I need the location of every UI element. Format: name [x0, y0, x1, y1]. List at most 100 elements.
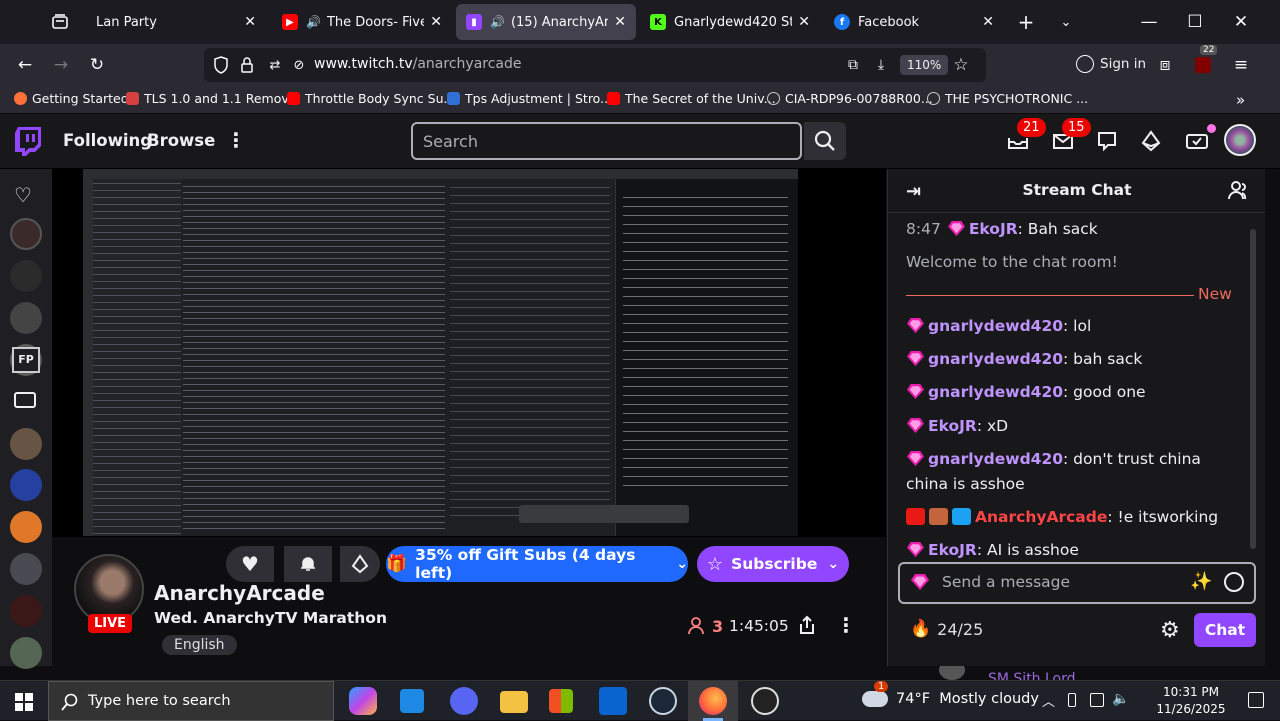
bookmark-item[interactable]: Tps Adjustment | Stro... [447, 91, 612, 106]
sparkle-icon[interactable]: ✨ [1190, 571, 1212, 592]
back-icon[interactable]: ← [12, 52, 38, 78]
chat-scrollbar[interactable] [1250, 229, 1256, 549]
emote-picker-icon[interactable] [1224, 572, 1244, 592]
share-icon[interactable] [798, 615, 816, 639]
steam-icon[interactable] [649, 687, 677, 715]
camera-icon[interactable] [14, 392, 36, 408]
chat-username[interactable]: EkoJR [969, 220, 1018, 238]
nav-browse[interactable]: Browse [147, 131, 215, 150]
weather-widget[interactable]: 1 74°F Mostly cloudy [862, 681, 1039, 707]
outlook-icon[interactable] [599, 687, 627, 715]
notifications-bell-button[interactable] [284, 546, 332, 582]
firefox-taskbar-active[interactable] [688, 681, 738, 721]
tab-list-icon[interactable] [47, 9, 73, 35]
inbox-icon[interactable]: 21 [1007, 118, 1046, 154]
tab-anarchyarcade[interactable]: ▮ 🔊 (15) AnarchyArcade ✕ [456, 4, 636, 40]
close-tab-icon[interactable]: ✕ [798, 14, 810, 30]
picture-in-picture-icon[interactable]: ⧉ [840, 52, 866, 78]
chevron-down-icon[interactable]: ⌄ [1053, 9, 1079, 35]
bookmark-item[interactable]: CIA-RDP96-00788R00... [767, 91, 933, 106]
whispers-icon[interactable]: 15 [1052, 118, 1091, 154]
bookmark-item[interactable]: TLS 1.0 and 1.1 Remov... [126, 91, 300, 106]
close-tab-icon[interactable]: ✕ [244, 14, 256, 30]
bookmark-item[interactable]: The Secret of the Univ... [607, 91, 776, 106]
discord-icon[interactable] [450, 687, 478, 715]
vscode-icon[interactable] [400, 689, 424, 713]
close-tab-icon[interactable]: ✕ [614, 14, 626, 30]
bookmark-item[interactable]: Getting Started [14, 91, 129, 106]
tab-facebook[interactable]: f Facebook ✕ [824, 4, 1004, 40]
bookmarks-overflow-icon[interactable]: » [1236, 91, 1245, 109]
sign-in-button[interactable]: Sign in [1076, 55, 1146, 73]
close-tab-icon[interactable]: ✕ [982, 14, 994, 30]
channel-avatar[interactable] [10, 218, 42, 250]
chat-username[interactable]: EkoJR [928, 417, 977, 435]
tab-the-doors[interactable]: ▶ 🔊 The Doors- Five to One ✕ [272, 4, 452, 40]
bookmark-star-icon[interactable]: ☆ [948, 52, 974, 78]
tab-gnarlydewd420[interactable]: K Gnarlydewd420 Stream ✕ [640, 4, 820, 40]
chat-username[interactable]: gnarlydewd420 [928, 350, 1063, 368]
zoom-level[interactable]: 110% [900, 55, 949, 75]
page-scrollbar[interactable] [1266, 169, 1280, 680]
ublock-icon[interactable]: 22 [1190, 45, 1218, 78]
chat-input[interactable]: Send a message ✨ [898, 562, 1256, 604]
shield-icon[interactable] [208, 52, 234, 78]
gift-subs-button[interactable]: 🎁 35% off Gift Subs (4 days left) ⌄ [386, 546, 688, 582]
network-icon[interactable] [1090, 693, 1104, 707]
search-input[interactable]: Search [411, 122, 802, 160]
chat-send-button[interactable]: Chat [1194, 613, 1256, 647]
extensions-icon[interactable]: ⧈ [1152, 52, 1178, 78]
url-bar[interactable]: ⇄ ⊘ www.twitch.tv/anarchyarcade ⧉ ⤓ 110%… [204, 48, 986, 82]
channel-avatar[interactable] [10, 595, 42, 627]
bookmark-item[interactable]: THE PSYCHOTRONIC ... [927, 91, 1088, 106]
close-tab-icon[interactable]: ✕ [430, 14, 442, 30]
chat-username[interactable]: gnarlydewd420 [928, 317, 1063, 335]
search-button[interactable] [804, 122, 846, 160]
chat-username[interactable]: gnarlydewd420 [928, 450, 1063, 468]
channel-avatar[interactable] [10, 302, 42, 334]
cheer-bits-button[interactable] [340, 546, 380, 582]
chat-username[interactable]: gnarlydewd420 [928, 383, 1063, 401]
save-to-pocket-icon[interactable]: ⤓ [868, 52, 894, 78]
more-options-icon[interactable]: ⋮ [836, 613, 856, 637]
reload-icon[interactable]: ↻ [84, 52, 110, 78]
prime-loot-icon[interactable] [1185, 124, 1216, 156]
chat-settings-icon[interactable]: ⚙ [1160, 618, 1180, 643]
windows-start-icon[interactable] [15, 693, 33, 711]
volume-icon[interactable]: 🔈 [1112, 691, 1129, 707]
file-explorer-icon[interactable] [500, 691, 528, 713]
media-blocked-icon[interactable]: ⊘ [286, 52, 312, 78]
twitch-logo-icon[interactable] [14, 126, 42, 160]
channel-avatar[interactable] [10, 260, 42, 292]
bits-icon[interactable] [1141, 130, 1161, 156]
notification-center-icon[interactable] [1248, 692, 1264, 708]
taskbar-search-input[interactable]: Type here to search [48, 681, 334, 721]
channel-avatar[interactable]: FP [12, 347, 40, 373]
lock-icon[interactable] [234, 52, 260, 78]
channel-points[interactable]: 🔥 24/25 [910, 619, 983, 639]
heart-icon[interactable]: ♡ [14, 183, 32, 207]
forward-icon[interactable]: → [48, 52, 74, 78]
menu-icon[interactable]: ≡ [1228, 52, 1254, 78]
chat-username[interactable]: AnarchyArcade [975, 508, 1107, 526]
chat-username[interactable]: EkoJR [928, 541, 977, 558]
community-icon[interactable] [1228, 180, 1250, 204]
language-tag[interactable]: English [162, 635, 237, 655]
maximize-icon[interactable]: ☐ [1182, 9, 1208, 35]
channel-avatar[interactable] [10, 428, 42, 460]
nav-following[interactable]: Following [63, 131, 152, 150]
user-avatar[interactable] [1224, 124, 1256, 156]
channel-avatar[interactable] [10, 469, 42, 501]
more-options-icon[interactable]: ⋮ [226, 128, 246, 152]
permissions-icon[interactable]: ⇄ [262, 52, 288, 78]
obs-icon[interactable] [751, 687, 779, 715]
channel-avatar[interactable] [10, 553, 42, 585]
partial-channel-name[interactable]: SM Sith Lord [988, 670, 1076, 680]
speaker-icon[interactable]: 🔊 [490, 15, 505, 29]
copilot-icon[interactable] [349, 687, 377, 715]
channel-name[interactable]: AnarchyArcade [154, 581, 325, 605]
notifications-icon[interactable] [1096, 130, 1118, 156]
clock[interactable]: 10:31 PM 11/26/2025 [1148, 684, 1234, 718]
usb-icon[interactable] [1068, 693, 1076, 707]
store-icon[interactable] [549, 689, 573, 713]
